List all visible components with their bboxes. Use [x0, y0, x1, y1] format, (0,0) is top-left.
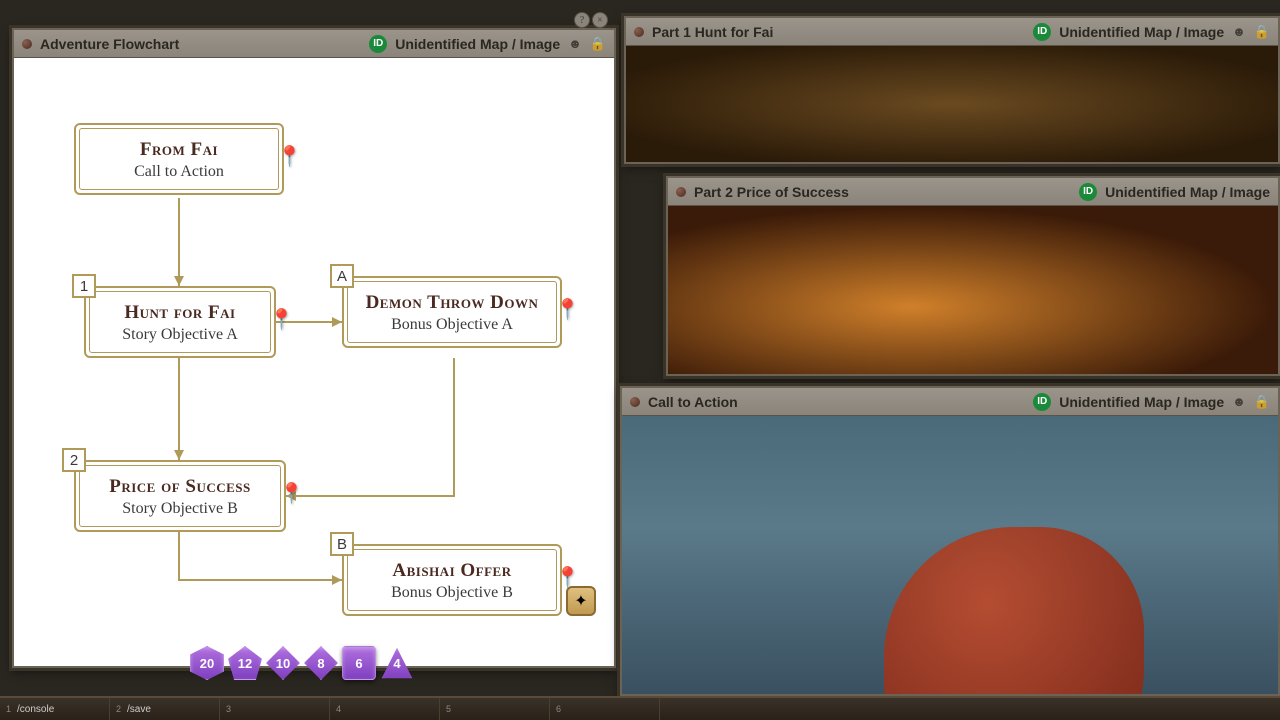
node-header: Abishai Offer: [362, 560, 542, 582]
node-from-fai[interactable]: From Fai Call to Action 📍: [74, 123, 284, 195]
slot-label: /save: [127, 704, 151, 715]
image-viewport[interactable]: [668, 206, 1278, 374]
node-tag: A: [330, 264, 354, 288]
tools-icon: ✦: [574, 591, 587, 611]
node-header: Hunt for Fai: [104, 302, 256, 324]
node-hunt-for-fai[interactable]: 1 Hunt for Fai Story Objective A 📍: [84, 286, 276, 358]
share-icon[interactable]: ☻: [1232, 394, 1246, 409]
window-menu-dot-icon[interactable]: [630, 397, 640, 407]
node-price-of-success[interactable]: 2 Price of Success Story Objective B 📍: [74, 460, 286, 532]
window-title: Part 2 Price of Success: [694, 184, 1071, 200]
node-abishai-offer[interactable]: B Abishai Offer Bonus Objective B 📍: [342, 544, 562, 616]
image-viewport[interactable]: [626, 46, 1278, 162]
status-label: Unidentified Map / Image: [1059, 394, 1224, 410]
window-part2[interactable]: Part 2 Price of Success ID Unidentified …: [666, 176, 1280, 376]
slot-number: 3: [226, 704, 231, 714]
window-adventure-flowchart[interactable]: ? × Adventure Flowchart ID Unidentified …: [12, 28, 616, 668]
node-subtitle: Story Objective B: [94, 500, 266, 518]
hotkey-slot[interactable]: 3: [220, 698, 330, 720]
window-call-to-action[interactable]: Call to Action ID Unidentified Map / Ima…: [620, 386, 1280, 696]
die-d10[interactable]: 10: [266, 646, 300, 680]
artwork: [622, 416, 1278, 694]
window-title: Call to Action: [648, 394, 1025, 410]
dice-tray: 20 12 10 8 6 4: [190, 646, 414, 680]
id-badge-icon[interactable]: ID: [1033, 393, 1051, 411]
slot-number: 2: [116, 704, 121, 714]
die-d4[interactable]: 4: [380, 646, 414, 680]
slot-label: /console: [17, 704, 54, 715]
die-d8[interactable]: 8: [304, 646, 338, 680]
window-part1[interactable]: Part 1 Hunt for Fai ID Unidentified Map …: [624, 16, 1280, 164]
flowchart-canvas[interactable]: From Fai Call to Action 📍 1 Hunt for Fai…: [14, 58, 614, 666]
slot-number: 5: [446, 704, 451, 714]
titlebar[interactable]: Part 1 Hunt for Fai ID Unidentified Map …: [626, 18, 1278, 46]
node-tag: B: [330, 532, 354, 556]
die-d20[interactable]: 20: [190, 646, 224, 680]
node-header: Price of Success: [94, 476, 266, 498]
status-label: Unidentified Map / Image: [1059, 24, 1224, 40]
die-d6[interactable]: 6: [342, 646, 376, 680]
hotkey-slot[interactable]: 6: [550, 698, 660, 720]
node-header: Demon Throw Down: [362, 292, 542, 314]
tools-button[interactable]: ✦: [566, 586, 596, 616]
titlebar[interactable]: Part 2 Price of Success ID Unidentified …: [668, 178, 1278, 206]
id-badge-icon[interactable]: ID: [1033, 23, 1051, 41]
titlebar[interactable]: Call to Action ID Unidentified Map / Ima…: [622, 388, 1278, 416]
artwork: [668, 206, 1278, 374]
window-menu-dot-icon[interactable]: [676, 187, 686, 197]
lock-icon[interactable]: 🔒: [1254, 24, 1270, 40]
id-badge-icon[interactable]: ID: [369, 35, 387, 53]
window-help-icon[interactable]: ?: [574, 12, 590, 28]
image-viewport[interactable]: [622, 416, 1278, 694]
node-demon-throw-down[interactable]: A Demon Throw Down Bonus Objective A 📍: [342, 276, 562, 348]
node-tag: 1: [72, 274, 96, 298]
window-close-icon[interactable]: ×: [592, 12, 608, 28]
node-tag: 2: [62, 448, 86, 472]
status-label: Unidentified Map / Image: [1105, 184, 1270, 200]
window-title: Part 1 Hunt for Fai: [652, 24, 1025, 40]
node-subtitle: Call to Action: [94, 163, 264, 181]
lock-icon[interactable]: 🔒: [590, 36, 606, 52]
hotkey-slot[interactable]: 4: [330, 698, 440, 720]
die-d12[interactable]: 12: [228, 646, 262, 680]
window-menu-dot-icon[interactable]: [22, 39, 32, 49]
window-top-controls: ? ×: [574, 12, 608, 28]
pin-icon[interactable]: 📍: [279, 481, 304, 506]
hotkey-slot[interactable]: 5: [440, 698, 550, 720]
slot-number: 6: [556, 704, 561, 714]
node-header: From Fai: [94, 139, 264, 161]
hotkey-slot[interactable]: 1 /console: [0, 698, 110, 720]
titlebar[interactable]: Adventure Flowchart ID Unidentified Map …: [14, 30, 614, 58]
id-badge-icon[interactable]: ID: [1079, 183, 1097, 201]
pin-icon[interactable]: 📍: [555, 297, 580, 322]
status-label: Unidentified Map / Image: [395, 36, 560, 52]
window-title: Adventure Flowchart: [40, 36, 361, 52]
slot-number: 1: [6, 704, 11, 714]
slot-number: 4: [336, 704, 341, 714]
window-menu-dot-icon[interactable]: [634, 27, 644, 37]
artwork: [626, 46, 1278, 162]
hotkey-slot[interactable]: 2 /save: [110, 698, 220, 720]
share-icon[interactable]: ☻: [1232, 24, 1246, 39]
share-icon[interactable]: ☻: [568, 36, 582, 51]
node-subtitle: Bonus Objective B: [362, 584, 542, 602]
pin-icon[interactable]: 📍: [269, 307, 294, 332]
pin-icon[interactable]: 📍: [277, 144, 302, 169]
node-subtitle: Story Objective A: [104, 326, 256, 344]
hotkey-bar: 1 /console 2 /save 3 4 5 6: [0, 696, 1280, 720]
node-subtitle: Bonus Objective A: [362, 316, 542, 334]
lock-icon[interactable]: 🔒: [1254, 394, 1270, 410]
